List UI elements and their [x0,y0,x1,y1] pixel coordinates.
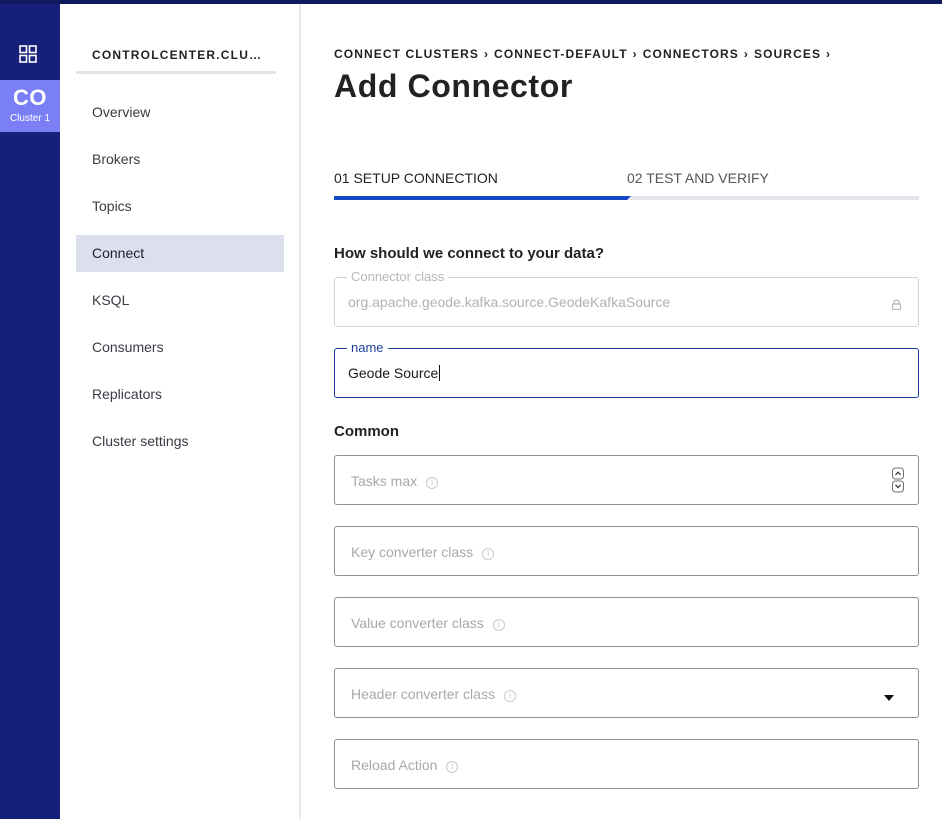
breadcrumb: CONNECT CLUSTERS › CONNECT-DEFAULT › CONNECT… [334,47,836,61]
sidebar-item-overview[interactable]: Overview [76,94,284,131]
key-converter-placeholder: Key converter class [351,544,474,560]
connector-name-field[interactable]: name Geode Source [334,341,919,398]
sidebar-item-ksql[interactable]: KSQL [76,282,284,319]
step-progress-bar [334,196,630,200]
sidebar-item-connect[interactable]: Connect [76,235,284,272]
connector-class-label: Connector class [347,270,449,284]
info-icon[interactable]: i [446,761,459,773]
key-converter-input[interactable]: Key converter class i [334,526,919,576]
step-test-and-verify[interactable]: 02 TEST AND VERIFY [627,170,769,186]
cluster-switcher[interactable]: CO Cluster 1 [0,80,60,132]
value-converter-input[interactable]: Value converter class i [334,597,919,647]
sidebar-item-consumers[interactable]: Consumers [76,329,284,366]
tasks-max-placeholder: Tasks max [351,473,418,489]
breadcrumb-separator: › [826,47,832,61]
breadcrumb-connect-clusters[interactable]: CONNECT CLUSTERS [334,47,479,61]
header-converter-placeholder: Header converter class [351,686,495,702]
number-stepper-icon[interactable] [891,467,905,493]
global-rail: CO Cluster 1 [0,4,60,819]
title-divider [76,71,276,74]
breadcrumb-separator: › [632,47,638,61]
reload-action-placeholder: Reload Action [351,757,438,773]
info-icon[interactable]: i [503,690,516,702]
text-caret [439,365,441,381]
sidebar-item-brokers[interactable]: Brokers [76,141,284,178]
info-icon[interactable]: i [482,548,495,560]
lock-icon [891,297,902,311]
name-input[interactable]: Geode Source [348,365,441,381]
apps-grid-icon[interactable] [16,42,40,66]
cluster-name: Cluster 1 [9,113,50,124]
page-title: Add Connector [334,68,573,104]
step-setup-connection[interactable]: 01 SETUP CONNECTION [334,170,498,186]
chevron-down-icon[interactable] [884,689,894,701]
info-icon[interactable]: i [426,477,439,489]
tasks-max-input[interactable]: Tasks max i [334,455,919,505]
sidebar-item-cluster-settings[interactable]: Cluster settings [76,423,284,460]
sidebar-item-topics[interactable]: Topics [76,188,284,225]
sidebar-item-replicators[interactable]: Replicators [76,376,284,413]
common-section-heading: Common [334,423,399,440]
connection-question-heading: How should we connect to your data? [334,245,605,262]
value-converter-placeholder: Value converter class [351,615,484,631]
info-icon[interactable]: i [492,619,505,631]
breadcrumb-separator: › [743,47,749,61]
name-input-value: Geode Source [348,365,439,381]
breadcrumb-sources[interactable]: SOURCES [754,47,821,61]
connector-class-value: org.apache.geode.kafka.source.GeodeKafka… [348,294,671,310]
cluster-title: CONTROLCENTER.CLUST… [92,48,264,62]
breadcrumb-separator: › [483,47,490,61]
connector-class-field: Connector class org.apache.geode.kafka.s… [334,270,919,327]
name-label: name [347,341,388,355]
step-progress-track [334,196,919,200]
breadcrumb-connectors[interactable]: CONNECTORS [643,47,739,61]
sidebar-nav: Overview Brokers Topics Connect KSQL Con… [76,94,284,470]
breadcrumb-connect-default[interactable]: CONNECT-DEFAULT [494,47,628,61]
cluster-abbreviation: CO [13,85,47,110]
reload-action-input[interactable]: Reload Action i [334,739,919,789]
cluster-sidebar: CONTROLCENTER.CLUST… Overview Brokers To… [60,4,301,819]
header-converter-select[interactable]: Header converter class i [334,668,919,718]
